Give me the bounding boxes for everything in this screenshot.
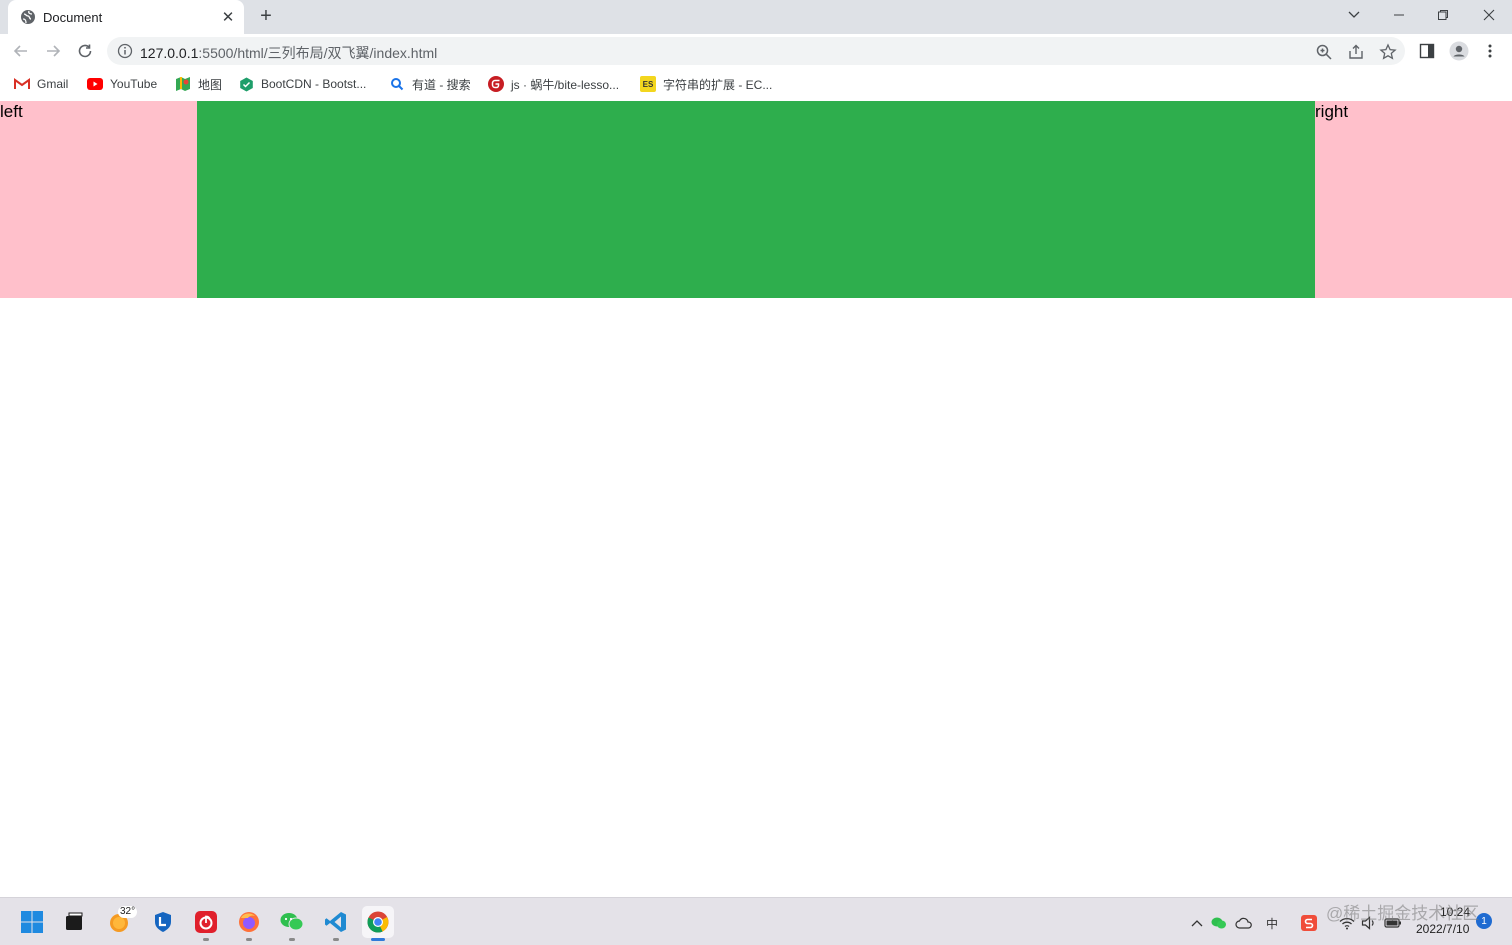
taskbar — [0, 897, 1512, 945]
tab-strip: Document ✕ + — [0, 0, 1512, 34]
taskbar-app-vscode[interactable] — [320, 906, 352, 941]
maps-icon — [175, 76, 191, 92]
chrome-icon — [367, 911, 389, 933]
taskbar-app-netease-music[interactable] — [190, 906, 222, 941]
bookmark-youdao[interactable]: 有道 - 搜索 — [389, 75, 471, 93]
bookmark-es6[interactable]: ES 字符串的扩展 - EC... — [640, 75, 772, 93]
bookmark-gmail[interactable]: Gmail — [14, 75, 68, 93]
onedrive-cloud-icon[interactable] — [1235, 914, 1253, 932]
zoom-icon[interactable] — [1315, 43, 1333, 61]
minimize-button[interactable] — [1384, 4, 1414, 26]
search-icon — [389, 76, 405, 92]
close-icon — [1483, 9, 1495, 21]
bookmark-gitee[interactable]: js · 蜗牛/bite-lesso... — [488, 75, 619, 93]
close-window-button[interactable] — [1474, 4, 1504, 26]
weather-temperature: 32° — [118, 906, 138, 918]
taskbar-app-firefox[interactable] — [233, 906, 265, 941]
running-indicator — [246, 938, 252, 941]
tab-document[interactable]: Document ✕ — [8, 0, 244, 34]
new-tab-button[interactable]: + — [255, 5, 277, 27]
ime-indicator[interactable]: 中 — [1263, 914, 1281, 932]
shield-app-icon — [155, 912, 171, 932]
sogou-ime-icon[interactable] — [1300, 914, 1318, 932]
bookmark-label: js · 蜗牛/bite-lesso... — [511, 77, 620, 92]
side-panel-button[interactable] — [1417, 41, 1437, 61]
bookmark-label: BootCDN - Bootst... — [261, 77, 367, 91]
tray-overflow-chevron-icon[interactable] — [1188, 914, 1206, 932]
tab-close-icon[interactable]: ✕ — [219, 8, 237, 26]
address-bar[interactable]: 127.0.0.1:5500/html/三列布局/双飞翼/index.html — [107, 37, 1405, 65]
music-app-icon — [195, 911, 217, 933]
bookmark-bootcdn[interactable]: BootCDN - Bootst... — [238, 75, 366, 93]
task-view-button[interactable] — [58, 906, 90, 938]
share-icon[interactable] — [1347, 43, 1365, 61]
kebab-menu-icon — [1488, 44, 1492, 58]
url-host: 127.0.0.1 — [140, 45, 199, 61]
tray-wechat-icon[interactable] — [1210, 914, 1228, 932]
bookmark-maps[interactable]: 地图 — [175, 75, 222, 93]
chat-app-icon — [280, 913, 304, 931]
back-button[interactable] — [9, 39, 33, 63]
right-column: right — [1315, 101, 1512, 298]
url-text: 127.0.0.1:5500/html/三列布局/双飞翼/index.html — [140, 43, 437, 63]
task-view-icon — [66, 912, 83, 930]
active-indicator — [371, 938, 385, 941]
taskbar-app-chrome[interactable] — [362, 906, 394, 941]
start-button[interactable] — [16, 906, 48, 938]
reload-icon — [78, 44, 92, 58]
chevron-down-icon — [1348, 11, 1360, 18]
center-column — [197, 101, 1315, 298]
reload-button[interactable] — [73, 39, 97, 63]
firefox-icon — [239, 912, 259, 932]
gitee-icon — [488, 76, 504, 92]
taskbar-app-wechat[interactable] — [276, 906, 308, 941]
info-icon[interactable] — [117, 43, 133, 59]
clock-date[interactable]: 2022/7/10 — [1416, 922, 1469, 936]
tab-title: Document — [43, 10, 103, 25]
profile-button[interactable] — [1449, 41, 1469, 61]
bookmark-youtube[interactable]: YouTube — [87, 75, 157, 93]
forward-button[interactable] — [41, 39, 65, 63]
arrow-right-icon — [47, 45, 61, 57]
bookmark-label: 字符串的扩展 - EC... — [663, 77, 773, 92]
tab-search-button[interactable] — [1339, 4, 1369, 26]
url-path: :5500/html/三列布局/双飞翼/index.html — [198, 45, 438, 61]
running-indicator — [289, 938, 295, 941]
windows-logo-icon — [21, 911, 43, 933]
bootcdn-icon — [238, 76, 254, 92]
restore-icon — [1438, 10, 1448, 20]
gmail-icon — [14, 76, 30, 92]
code-editor-icon — [325, 912, 346, 932]
restore-button[interactable] — [1428, 4, 1458, 26]
bookmarks-bar: Gmail YouTube 地图 BootCDN - Bootst... 有道 … — [0, 68, 1512, 101]
watermark: @稀土掘金技术社区 — [1326, 904, 1480, 923]
taskbar-app-baidu-netdisk[interactable] — [147, 906, 179, 938]
star-icon[interactable] — [1379, 43, 1397, 61]
page-viewport: left right — [0, 101, 1512, 897]
arrow-left-icon — [13, 45, 27, 57]
bookmark-label: 有道 - 搜索 — [412, 77, 471, 92]
avatar-icon — [1449, 41, 1469, 61]
bookmark-label: YouTube — [110, 77, 158, 91]
es-icon: ES — [640, 76, 656, 92]
bookmark-label: 地图 — [198, 77, 223, 92]
running-indicator — [203, 938, 209, 941]
bookmark-label: Gmail — [37, 77, 69, 91]
side-panel-icon — [1419, 43, 1435, 59]
browser-toolbar: 127.0.0.1:5500/html/三列布局/双飞翼/index.html — [0, 34, 1512, 68]
left-column: left — [0, 101, 197, 298]
menu-button[interactable] — [1480, 41, 1500, 61]
minimize-icon — [1394, 14, 1404, 16]
youtube-icon — [87, 76, 103, 92]
globe-icon — [21, 10, 35, 24]
running-indicator — [333, 938, 339, 941]
